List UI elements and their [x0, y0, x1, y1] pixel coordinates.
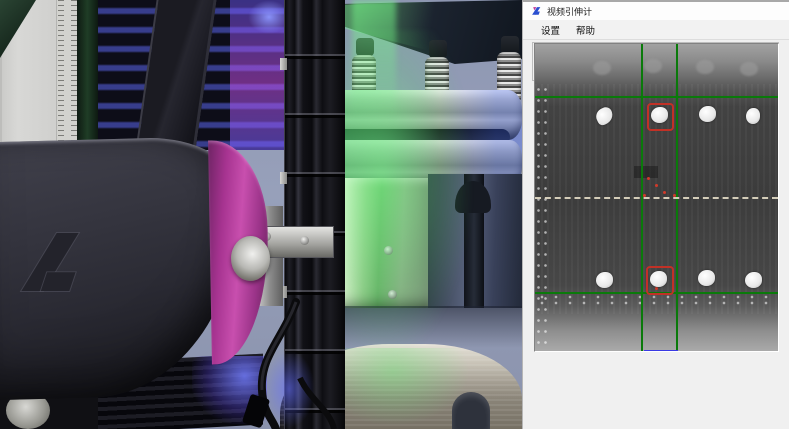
specimen-bottom-speckles: [535, 294, 778, 306]
tracking-box-bottom: [646, 266, 674, 295]
photo-rail-clip: [280, 58, 287, 70]
roi-top-line: [535, 96, 778, 98]
marker-dot: [746, 108, 760, 124]
window-title: 视频引伸计: [547, 5, 592, 18]
red-speck: [647, 177, 650, 180]
red-speck: [643, 194, 646, 197]
lishi-logo-emboss: [14, 218, 86, 306]
specimen-dark-mark: [634, 166, 658, 178]
app-logo-icon: [531, 6, 542, 17]
photo-camera-adjust-knob: [231, 236, 270, 281]
baseline-blue-marker: [644, 350, 678, 352]
photo-green-glow-base: [330, 348, 470, 426]
menu-bar: 设置 帮助: [523, 20, 789, 40]
marker-dot: [698, 270, 715, 286]
menu-settings[interactable]: 设置: [535, 21, 566, 39]
ghost-marker-dot: [593, 61, 611, 75]
photo-blue-led-glow: [192, 356, 267, 424]
photo-green-beam: [352, 0, 396, 120]
center-dashed-line: [535, 197, 778, 199]
ghost-marker-dot: [644, 59, 662, 73]
photo-screw: [300, 236, 309, 245]
marker-dot: [699, 106, 716, 122]
photo-blue-led-glow: [263, 350, 315, 428]
specimen-edge-speckles: [535, 84, 549, 349]
marker-dot: [745, 272, 762, 288]
photo-frame-edge: [77, 0, 100, 150]
red-speck: [673, 194, 676, 197]
red-speck: [655, 184, 658, 187]
photo-ruler-scale: [57, 0, 78, 150]
red-speck: [663, 191, 666, 194]
menu-help[interactable]: 帮助: [570, 21, 601, 39]
camera-viewport: 力试科仪 LISHI INSTRUMENT: [534, 43, 779, 352]
ghost-marker-dot: [740, 62, 758, 76]
marker-dot: [596, 272, 613, 288]
camera-live-image[interactable]: 力试科仪 LISHI INSTRUMENT: [535, 44, 778, 352]
video-extensometer-window: 视频引伸计 设置 帮助 标记灰度值: 测试区域复位 ✓ 实验视野区域足够大，实验…: [522, 0, 789, 429]
tracking-box-top: [647, 103, 674, 131]
photo-rail-clip: [280, 172, 287, 184]
window-titlebar[interactable]: 视频引伸计: [523, 2, 789, 20]
ghost-marker-dot: [696, 60, 714, 74]
machine-photo: [0, 0, 522, 429]
